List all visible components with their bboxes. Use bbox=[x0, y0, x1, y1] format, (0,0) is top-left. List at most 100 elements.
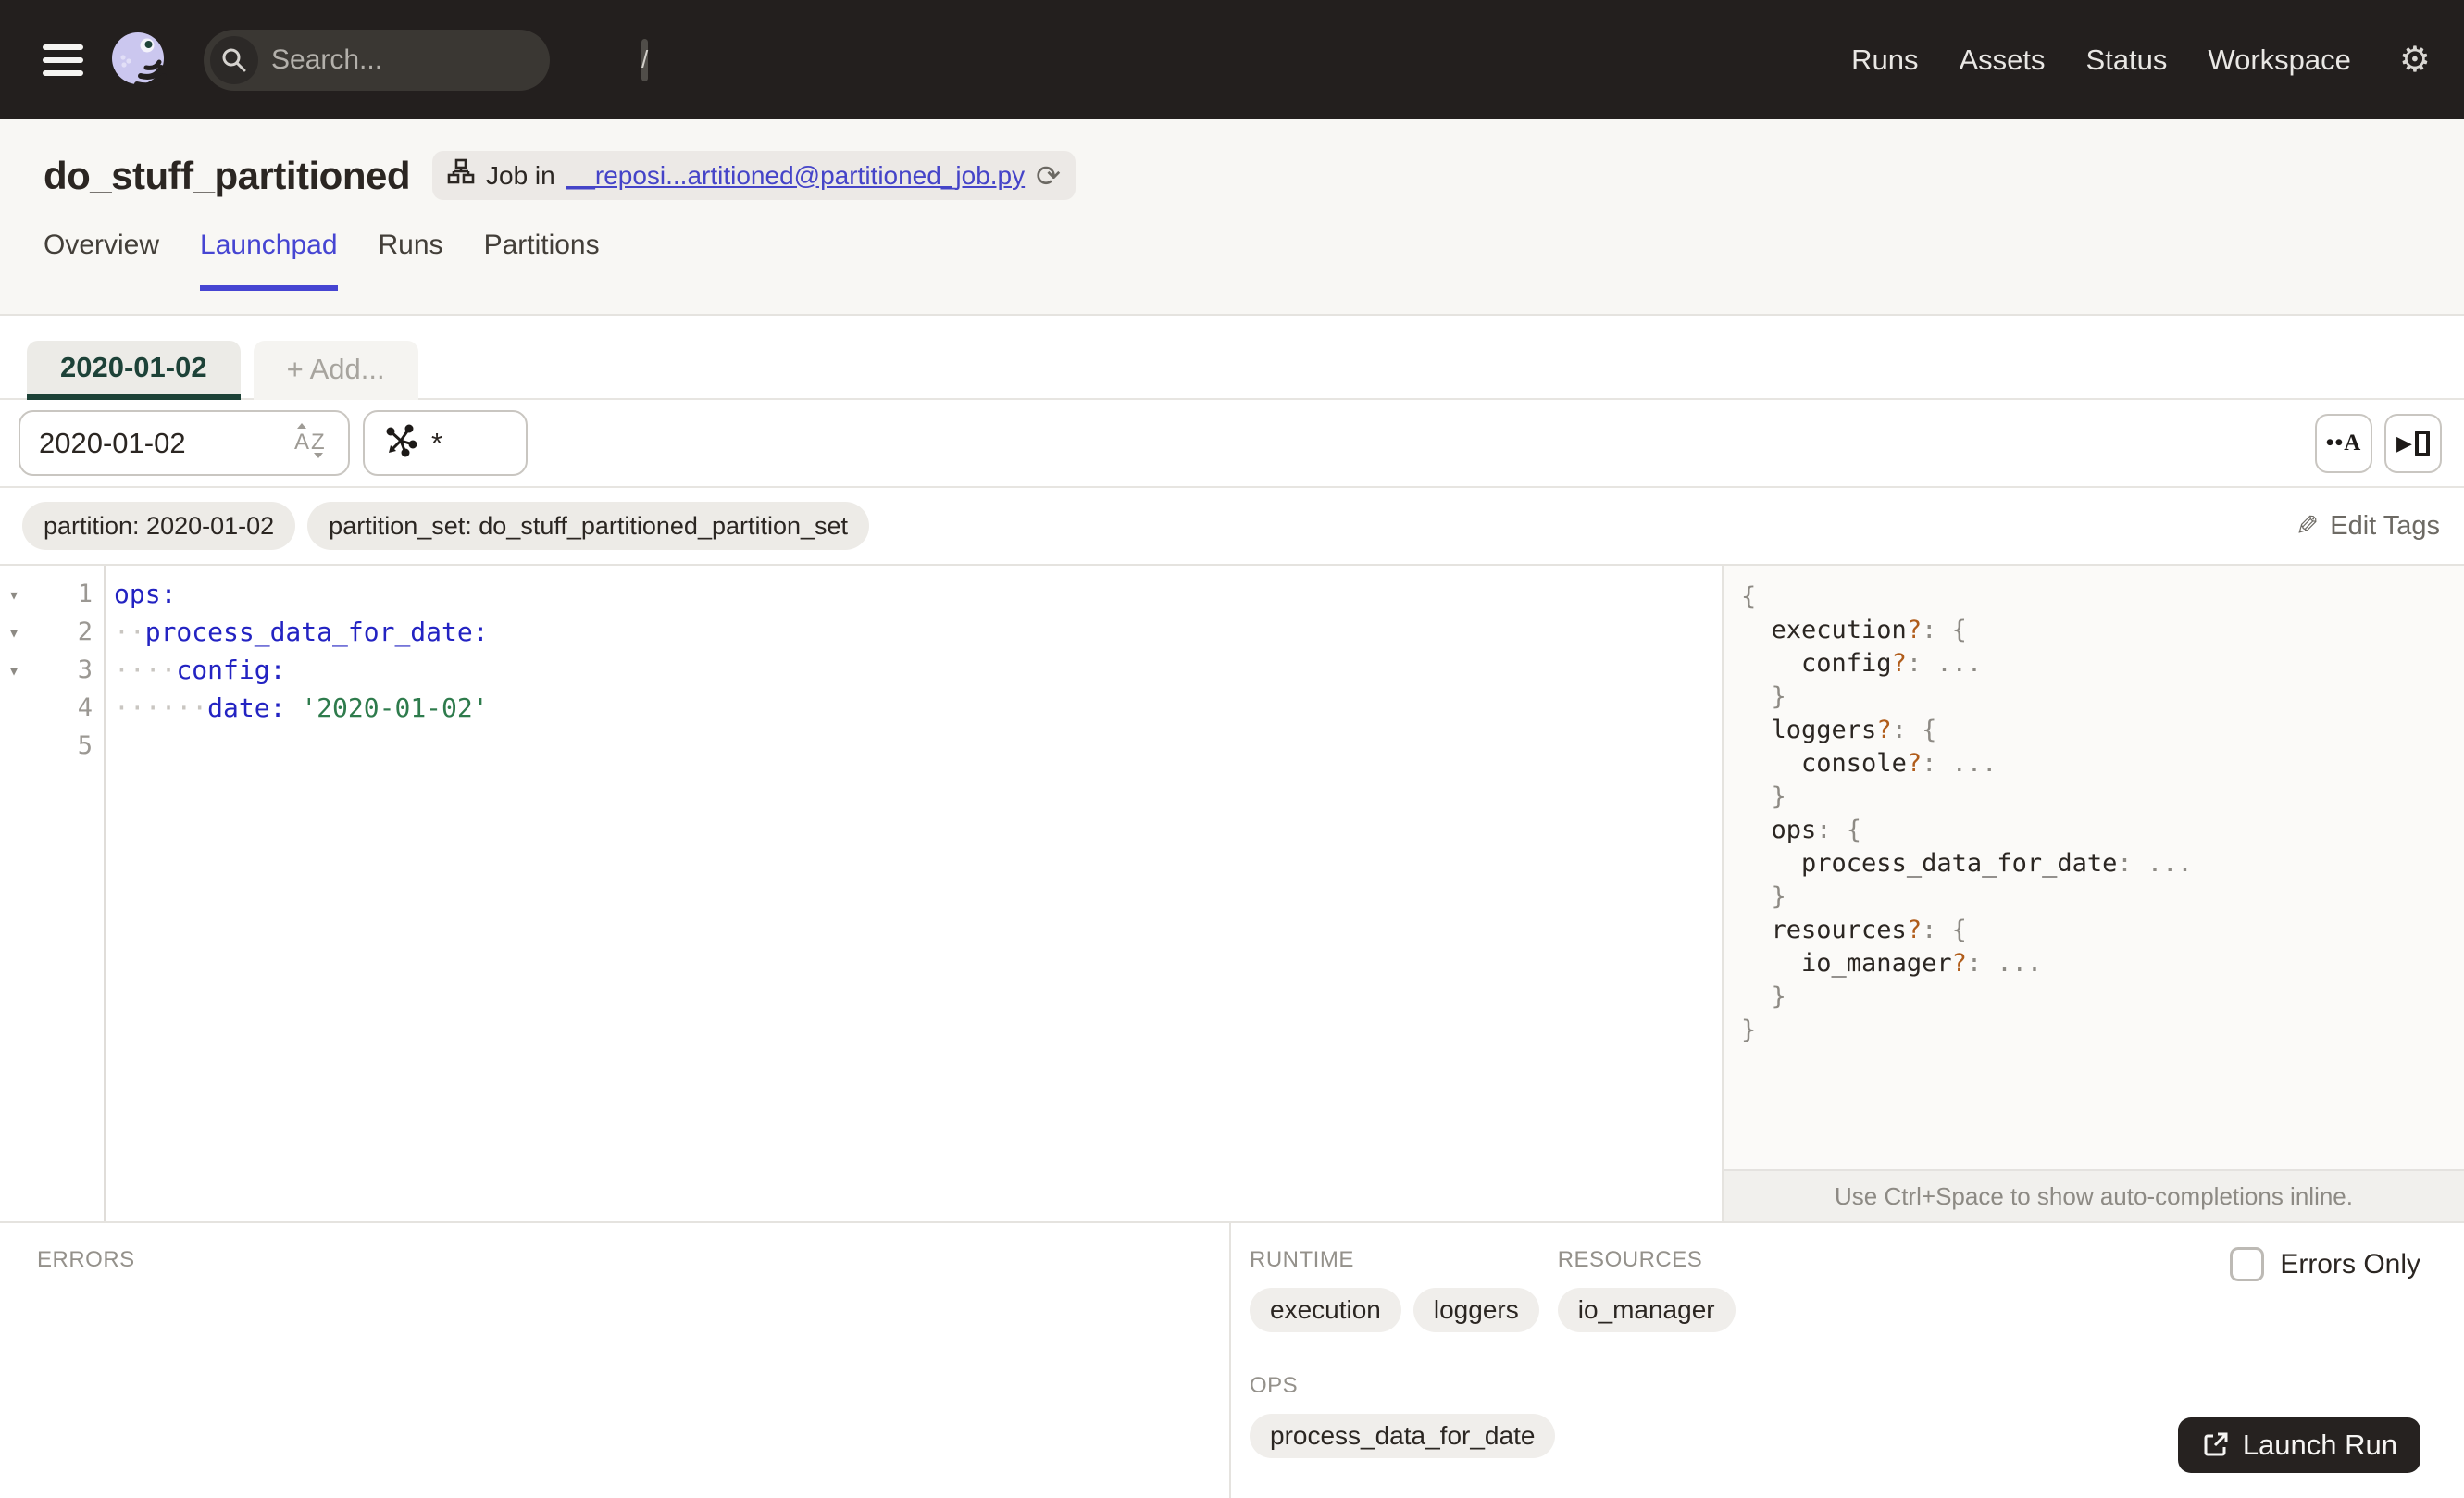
section-label-resources: RESOURCES bbox=[1557, 1247, 1703, 1272]
fold-arrow-icon[interactable]: ▾ bbox=[0, 659, 28, 681]
errors-only-toggle[interactable]: Errors Only bbox=[2230, 1247, 2420, 1281]
tab-overview[interactable]: Overview bbox=[44, 230, 159, 291]
svg-text:Z: Z bbox=[311, 430, 325, 455]
line-text: ······date: '2020-01-02' bbox=[114, 693, 489, 723]
partition-input[interactable] bbox=[39, 426, 291, 460]
scaffold-missing-config-button[interactable]: ▶ bbox=[2384, 413, 2442, 473]
editor-line[interactable]: ▾ 1 ops: bbox=[0, 575, 1722, 613]
editor-line[interactable]: ▾ 2 ··process_data_for_date: bbox=[0, 613, 1722, 651]
line-number: 2 bbox=[77, 618, 93, 646]
partition-select[interactable]: A Z bbox=[19, 410, 350, 476]
editor-line[interactable]: ▾ 3 ····config: bbox=[0, 651, 1722, 689]
line-number: 1 bbox=[77, 580, 93, 608]
launch-run-label: Launch Run bbox=[2242, 1429, 2397, 1461]
edit-tags-button[interactable]: ✎ Edit Tags bbox=[2296, 510, 2440, 543]
summary-pill-io_manager[interactable]: io_manager bbox=[1557, 1288, 1736, 1332]
errors-only-label: Errors Only bbox=[2280, 1248, 2420, 1280]
tab-launchpad[interactable]: Launchpad bbox=[200, 230, 338, 291]
add-config-tab-button[interactable]: + Add... bbox=[253, 341, 418, 400]
config-summary: RUNTIME execution loggers RESOURCES io_mana… bbox=[1231, 1223, 1844, 1498]
schema-view: { execution?: { config?: ... } loggers?:… bbox=[1724, 566, 2464, 1169]
schema-line: process_data_for_date: ... bbox=[1801, 849, 2193, 878]
schema-line: } bbox=[1741, 1016, 1757, 1044]
schema-line: config?: ... bbox=[1801, 649, 1983, 678]
scaffold-icon: ▶ bbox=[2396, 431, 2412, 455]
tab-partitions[interactable]: Partitions bbox=[484, 230, 600, 291]
job-tabs: Overview Launchpad Runs Partitions bbox=[44, 230, 2420, 291]
section-label-runtime: RUNTIME bbox=[1250, 1247, 1354, 1272]
op-selector-input[interactable] bbox=[431, 426, 487, 460]
job-file-link[interactable]: __reposi...artitioned@partitioned_job.py bbox=[566, 161, 1025, 191]
schema-line: io_manager?: ... bbox=[1801, 949, 2043, 978]
config-tab-partition[interactable]: 2020-01-02 bbox=[27, 341, 241, 400]
gutter-divider bbox=[104, 566, 106, 1221]
tag-pill-1: partition_set: do_stuff_partitioned_part… bbox=[307, 502, 870, 550]
global-search[interactable]: / bbox=[204, 29, 649, 91]
svg-text:A: A bbox=[294, 430, 309, 455]
expand-autocompletions-icon: ••A bbox=[2325, 430, 2362, 456]
section-label-ops: OPS bbox=[1250, 1373, 1299, 1398]
launchpad-main: ▾ 1 ops: ▾ 2 ··process_data_for_date: ▾ 3 ····co… bbox=[0, 566, 2464, 1221]
schema-line: loggers?: { bbox=[1771, 716, 1937, 744]
search-shortcut-key: / bbox=[641, 38, 649, 81]
sort-az-icon: A Z bbox=[291, 421, 330, 465]
graph-icon bbox=[447, 158, 475, 193]
autocomplete-hint: Use Ctrl+Space to show auto-completions … bbox=[1724, 1169, 2464, 1221]
nav-item-status[interactable]: Status bbox=[2086, 44, 2168, 77]
editor-line[interactable]: 4 ······date: '2020-01-02' bbox=[0, 689, 1722, 727]
edit-tags-label: Edit Tags bbox=[2330, 510, 2440, 541]
nav-item-workspace[interactable]: Workspace bbox=[2208, 44, 2351, 77]
job-header: do_stuff_partitioned Job in __reposi...a… bbox=[0, 119, 2464, 316]
settings-gear-icon[interactable]: ⚙ bbox=[2399, 43, 2431, 78]
op-selector[interactable] bbox=[363, 410, 528, 476]
schema-line: } bbox=[1741, 882, 1786, 911]
launchpad-toolbar: A Z ••A ▶ bbox=[0, 400, 2464, 488]
nav-item-assets[interactable]: Assets bbox=[1960, 44, 2046, 77]
menu-icon[interactable] bbox=[43, 44, 83, 76]
page-title: do_stuff_partitioned bbox=[44, 153, 411, 197]
errors-label: ERRORS bbox=[37, 1247, 135, 1272]
external-link-icon bbox=[2201, 1431, 2229, 1459]
schema-line: console?: ... bbox=[1801, 749, 1997, 778]
bottom-panel: ERRORS RUNTIME execution loggers RESOURCES… bbox=[0, 1221, 2464, 1498]
reload-icon[interactable]: ⟳ bbox=[1036, 161, 1061, 191]
schema-line: execution?: { bbox=[1771, 616, 1967, 644]
summary-pill-loggers[interactable]: loggers bbox=[1412, 1288, 1539, 1332]
line-text: ··process_data_for_date: bbox=[114, 617, 489, 647]
pencil-icon: ✎ bbox=[2296, 510, 2320, 542]
schema-line: resources?: { bbox=[1771, 916, 1967, 944]
app-header: / Runs Assets Status Workspace ⚙ bbox=[0, 0, 2464, 119]
schema-line: } bbox=[1741, 682, 1786, 711]
expand-autocompletions-button[interactable]: ••A bbox=[2315, 413, 2372, 473]
search-icon bbox=[210, 35, 258, 84]
line-number: 4 bbox=[77, 693, 93, 722]
job-badge-prefix: Job in bbox=[486, 160, 555, 190]
dagster-logo-icon[interactable] bbox=[109, 30, 170, 91]
fold-arrow-icon[interactable]: ▾ bbox=[0, 621, 28, 643]
config-schema-panel: { execution?: { config?: ... } loggers?:… bbox=[1722, 566, 2464, 1221]
tag-pill-0: partition: 2020-01-02 bbox=[22, 502, 296, 550]
launchpad-config-tabs: 2020-01-02 + Add... bbox=[0, 316, 2464, 400]
editor-line[interactable]: 5 bbox=[0, 727, 1722, 765]
job-origin-badge: Job in __reposi...artitioned@partitioned… bbox=[432, 151, 1076, 200]
summary-pill-process_data_for_date[interactable]: process_data_for_date bbox=[1250, 1414, 1556, 1458]
line-number: 5 bbox=[77, 731, 93, 760]
tab-runs[interactable]: Runs bbox=[379, 230, 443, 291]
top-nav: Runs Assets Status Workspace ⚙ bbox=[1851, 43, 2431, 78]
fold-arrow-icon[interactable]: ▾ bbox=[0, 583, 28, 605]
schema-line: } bbox=[1741, 982, 1786, 1011]
line-number: 3 bbox=[77, 655, 93, 684]
search-input[interactable] bbox=[258, 44, 641, 76]
tags-row: partition: 2020-01-02 partition_set: do_s… bbox=[0, 488, 2464, 566]
nav-item-runs[interactable]: Runs bbox=[1851, 44, 1918, 77]
op-selector-icon bbox=[383, 423, 418, 463]
errors-only-checkbox[interactable] bbox=[2230, 1247, 2265, 1281]
summary-pill-execution[interactable]: execution bbox=[1250, 1288, 1401, 1332]
scaffold-icon-rect bbox=[2414, 430, 2430, 456]
config-editor[interactable]: ▾ 1 ops: ▾ 2 ··process_data_for_date: ▾ 3 ····co… bbox=[0, 566, 1722, 1221]
errors-panel: ERRORS bbox=[0, 1223, 1231, 1498]
schema-line: { bbox=[1741, 582, 1757, 611]
schema-line: } bbox=[1741, 782, 1786, 811]
schema-line: ops: { bbox=[1771, 816, 1862, 844]
launch-run-button[interactable]: Launch Run bbox=[2177, 1417, 2420, 1473]
